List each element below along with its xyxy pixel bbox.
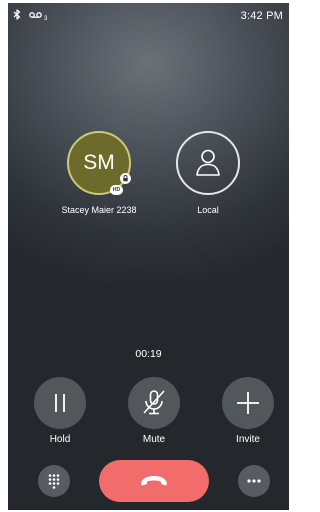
- mute-label: Mute: [142, 434, 166, 445]
- bluetooth-icon: [13, 9, 21, 20]
- participant-local[interactable]: Local: [158, 131, 258, 215]
- mute-control: Mute: [124, 377, 184, 445]
- call-timer: 00:19: [135, 348, 162, 360]
- invite-label: Invite: [236, 434, 260, 445]
- hang-up-icon: [141, 476, 167, 486]
- mute-button[interactable]: [128, 377, 180, 429]
- avatar: [176, 131, 240, 195]
- status-bar: 3 3:42 PM: [8, 3, 289, 27]
- call-screen: 3 3:42 PM SM HD Stacey Maier 2238 Local …: [8, 3, 289, 510]
- person-icon: [196, 149, 220, 176]
- plus-icon: [237, 392, 259, 414]
- dialpad-icon: [48, 474, 60, 489]
- avatar-initials: SM: [83, 151, 115, 174]
- pause-icon: [55, 394, 65, 412]
- more-button[interactable]: [238, 465, 270, 497]
- more-horizontal-icon: [247, 479, 261, 483]
- hold-button[interactable]: [34, 377, 86, 429]
- status-time: 3:42 PM: [240, 10, 283, 22]
- participant-name: Local: [197, 205, 219, 215]
- hd-badge: HD: [110, 185, 123, 195]
- end-call-button[interactable]: [99, 460, 209, 502]
- invite-button[interactable]: [222, 377, 274, 429]
- microphone-muted-icon: [143, 390, 165, 415]
- participant-name: Stacey Maier 2238: [61, 205, 137, 215]
- lock-icon: [120, 173, 131, 184]
- hold-label: Hold: [49, 434, 71, 445]
- voicemail-icon: [29, 11, 42, 19]
- hold-control: Hold: [30, 377, 90, 445]
- voicemail-count: 3: [44, 15, 48, 22]
- dialpad-button[interactable]: [38, 465, 70, 497]
- avatar: SM HD: [67, 131, 131, 195]
- participant-remote[interactable]: SM HD Stacey Maier 2238: [49, 131, 149, 215]
- invite-control: Invite: [218, 377, 278, 445]
- status-icons: 3: [13, 9, 53, 22]
